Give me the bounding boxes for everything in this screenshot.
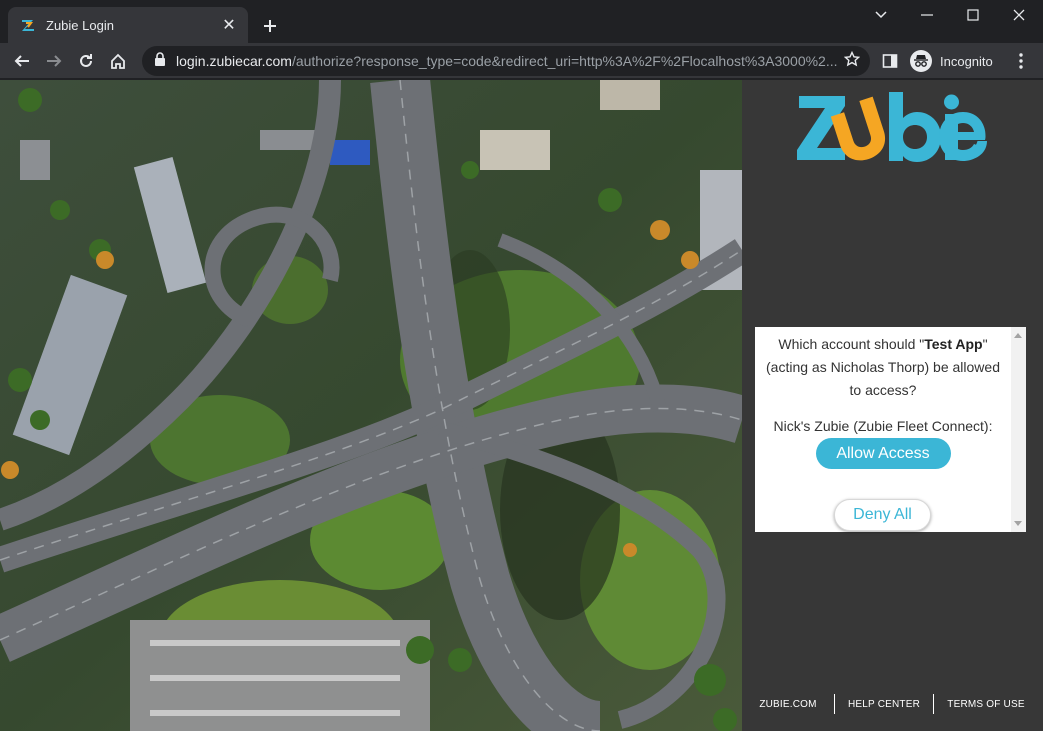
zubie-favicon-icon [20, 17, 36, 33]
highway-aerial-photo [0, 80, 742, 731]
lock-icon[interactable] [154, 51, 166, 71]
incognito-icon [910, 50, 932, 72]
home-icon[interactable] [104, 47, 132, 75]
tab-strip: Zubie Login ✕ [0, 0, 1043, 43]
address-bar[interactable]: login.zubiecar.com/authorize?response_ty… [142, 46, 870, 76]
login-panel: Which account should "Test App" (acting … [742, 80, 1043, 731]
bookmark-star-icon[interactable] [843, 50, 861, 72]
minimize-icon[interactable] [904, 0, 950, 30]
footer-link-help-center[interactable]: HELP CENTER [835, 699, 933, 710]
deny-all-button[interactable]: Deny All [834, 499, 931, 531]
tab-title: Zubie Login [46, 17, 114, 33]
app-name: Test App [924, 336, 983, 352]
page-content: Which account should "Test App" (acting … [0, 80, 1043, 731]
url-text: login.zubiecar.com/authorize?response_ty… [176, 53, 844, 69]
incognito-label: Incognito [940, 53, 993, 69]
scroll-down-icon[interactable] [1014, 521, 1022, 526]
forward-icon[interactable] [40, 47, 68, 75]
panel-footer: ZUBIE.COM HELP CENTER TERMS OF USE [742, 692, 1043, 716]
maximize-icon[interactable] [950, 0, 996, 30]
reload-icon[interactable] [72, 47, 100, 75]
scroll-up-icon[interactable] [1014, 333, 1022, 338]
footer-link-terms[interactable]: TERMS OF USE [934, 699, 1038, 710]
account-label: Nick's Zubie (Zubie Fleet Connect): [773, 418, 993, 434]
zubie-logo [797, 92, 987, 162]
allow-access-button[interactable]: Allow Access [815, 438, 951, 469]
browser-toolbar: login.zubiecar.com/authorize?response_ty… [0, 43, 1043, 79]
url-path: /authorize?response_type=code&redirect_u… [291, 53, 838, 69]
authorization-dialog: Which account should "Test App" (acting … [755, 327, 1026, 532]
footer-link-zubie[interactable]: ZUBIE.COM [742, 699, 834, 710]
tab-close-icon[interactable]: ✕ [220, 16, 238, 34]
question-prefix: Which account should " [778, 336, 925, 352]
authorization-question: Which account should "Test App" (acting … [761, 333, 1005, 402]
new-tab-icon[interactable] [258, 14, 282, 38]
tab-search-chevron-icon[interactable] [858, 0, 904, 30]
close-window-icon[interactable] [996, 0, 1042, 30]
url-host: login.zubiecar.com [176, 53, 292, 69]
side-panel-icon[interactable] [876, 47, 904, 75]
browser-tab[interactable]: Zubie Login ✕ [8, 7, 248, 43]
menu-kebab-icon[interactable] [1007, 47, 1035, 75]
incognito-indicator[interactable]: Incognito [910, 48, 993, 74]
authorization-content: Which account should "Test App" (acting … [755, 327, 1011, 532]
back-icon[interactable] [8, 47, 36, 75]
dialog-scrollbar[interactable] [1011, 327, 1026, 532]
